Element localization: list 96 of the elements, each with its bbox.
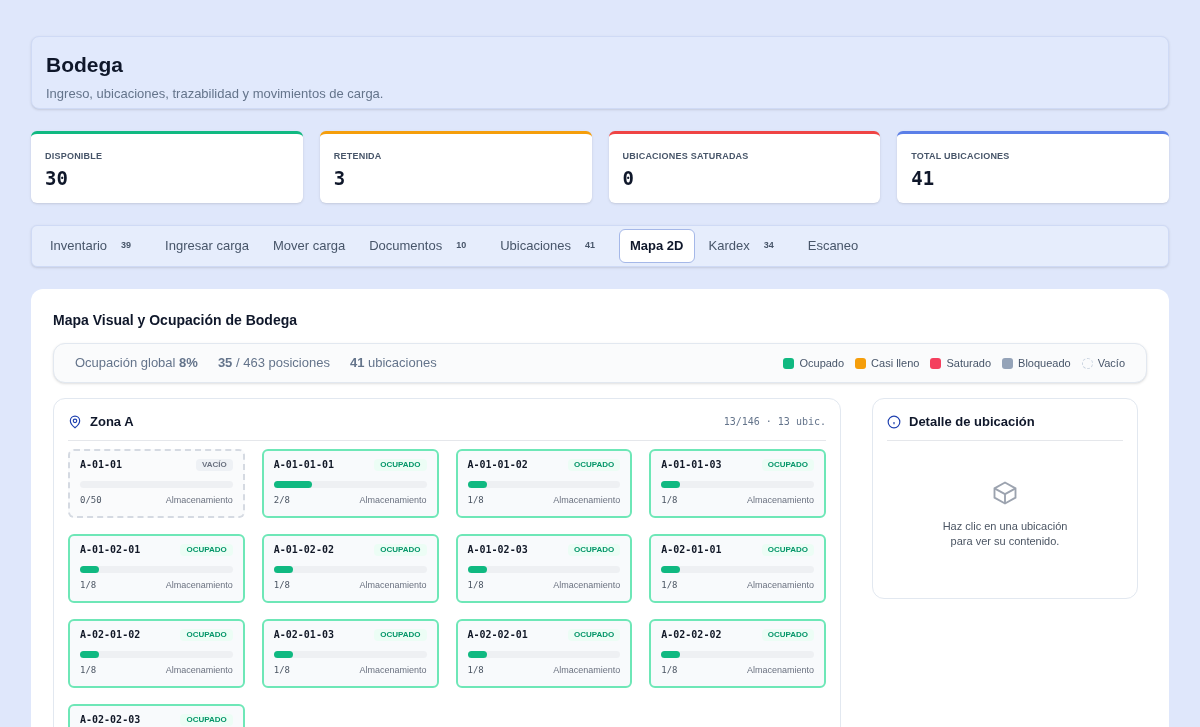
- legend-label: Casi lleno: [871, 355, 920, 371]
- detail-hint: Haz clic en una ubicación para ver su contenido.: [941, 518, 1069, 549]
- status-badge: OCUPADO: [180, 543, 233, 556]
- location-code: A-02-02-01: [467, 628, 528, 641]
- location-card[interactable]: A-02-01-03 OCUPADO 1/8 Almacenamiento: [261, 618, 439, 688]
- legend-label: Vacío: [1097, 355, 1125, 371]
- tab[interactable]: Ingresar carga: [155, 229, 259, 263]
- tab[interactable]: Mapa 2D: [619, 229, 695, 263]
- tab[interactable]: Kardex 34: [698, 229, 794, 263]
- capacity-reading: 1/8: [273, 663, 290, 677]
- tab[interactable]: Escaneo: [797, 229, 869, 263]
- location-card[interactable]: A-02-01-01 OCUPADO 1/8 Almacenamiento: [649, 533, 826, 603]
- stat-value: 30: [45, 165, 69, 191]
- stat-value: 41: [911, 165, 936, 191]
- capacity-reading: 1/8: [467, 578, 484, 592]
- status-badge: OCUPADO: [761, 543, 814, 556]
- location-code: A-01-02-02: [273, 543, 334, 556]
- location-card[interactable]: A-02-02-01 OCUPADO 1/8 Almacenamiento: [455, 618, 633, 688]
- status-badge: OCUPADO: [567, 628, 621, 641]
- status-badge: OCUPADO: [567, 543, 621, 556]
- detail-title: Detalle de ubicación: [909, 413, 1035, 431]
- location-card[interactable]: A-02-02-03 OCUPADO: [68, 703, 245, 727]
- status-badge: OCUPADO: [374, 458, 427, 471]
- stat-label: UBICACIONES SATURADAS: [622, 150, 750, 163]
- location-card[interactable]: A-02-02-02 OCUPADO 1/8 Almacenamiento: [649, 618, 826, 688]
- capacity-reading: 1/8: [661, 578, 678, 592]
- stat-value: 0: [622, 165, 635, 191]
- tab[interactable]: Ubicaciones 41: [490, 229, 616, 263]
- location-type: Almacenamiento: [359, 663, 427, 677]
- stat-value: 3: [333, 165, 347, 191]
- status-badge: VACÍO: [196, 458, 233, 471]
- info-icon: [887, 414, 901, 429]
- capacity-reading: 1/8: [467, 663, 484, 677]
- location-type: Almacenamiento: [746, 663, 814, 677]
- location-type: Almacenamiento: [553, 578, 621, 592]
- location-code: A-02-02-02: [661, 628, 722, 641]
- location-type: Almacenamiento: [165, 493, 233, 507]
- stat-label: RETENIDA: [333, 150, 383, 163]
- tab[interactable]: Documentos 10: [359, 229, 487, 263]
- location-type: Almacenamiento: [746, 493, 814, 507]
- capacity-reading: 1/8: [661, 663, 678, 677]
- status-badge: OCUPADO: [761, 458, 814, 471]
- location-card[interactable]: A-01-01-03 OCUPADO 1/8 Almacenamiento: [649, 448, 826, 518]
- capacity-reading: 2/8: [273, 493, 290, 507]
- status-badge: OCUPADO: [761, 628, 814, 641]
- location-code: A-01-01-03: [661, 458, 722, 471]
- zone-title: Zona A: [90, 413, 134, 431]
- capacity-reading: 1/8: [80, 578, 97, 592]
- location-code: A-01-01: [80, 458, 123, 471]
- stat-label: DISPONIBLE: [45, 150, 104, 163]
- location-type: Almacenamiento: [746, 578, 814, 592]
- status-badge: OCUPADO: [180, 628, 233, 641]
- status-badge: OCUPADO: [567, 458, 621, 471]
- occupancy-summary: Ocupación global 8%: [75, 354, 198, 373]
- page-title: Bodega: [46, 52, 124, 78]
- positions-summary: 35 / 463 posiciones: [217, 354, 330, 373]
- location-type: Almacenamiento: [165, 663, 233, 677]
- location-code: A-01-02-03: [467, 543, 528, 556]
- section-title: Mapa Visual y Ocupación de Bodega: [53, 311, 299, 330]
- legend-label: Ocupado: [799, 355, 845, 371]
- location-type: Almacenamiento: [359, 578, 427, 592]
- map-pin-icon: [68, 414, 82, 429]
- capacity-reading: 1/8: [80, 663, 97, 677]
- location-code: A-01-02-01: [80, 543, 141, 556]
- capacity-reading: 0/50: [80, 493, 102, 507]
- zone-stats: 13/146 · 13 ubic.: [723, 415, 826, 430]
- location-code: A-02-01-01: [661, 543, 722, 556]
- location-code: A-01-01-01: [273, 458, 334, 471]
- location-card[interactable]: A-01-01-01 OCUPADO 2/8 Almacenamiento: [261, 448, 439, 518]
- status-badge: OCUPADO: [374, 543, 427, 556]
- location-type: Almacenamiento: [359, 493, 427, 507]
- stat-label: TOTAL UBICACIONES: [911, 150, 1011, 163]
- location-card[interactable]: A-01-01-02 OCUPADO 1/8 Almacenamiento: [455, 448, 633, 518]
- status-badge: OCUPADO: [374, 628, 427, 641]
- location-card[interactable]: A-01-01 VACÍO 0/50 Almacenamiento: [68, 448, 245, 518]
- location-type: Almacenamiento: [553, 493, 621, 507]
- location-code: A-02-01-03: [273, 628, 334, 641]
- location-type: Almacenamiento: [165, 578, 233, 592]
- capacity-reading: 1/8: [661, 493, 678, 507]
- page-subtitle: Ingreso, ubicaciones, trazabilidad y movimientos de carga.: [46, 84, 385, 103]
- tab[interactable]: Inventario 39: [40, 229, 152, 263]
- location-type: Almacenamiento: [553, 663, 621, 677]
- location-card[interactable]: A-01-02-01 OCUPADO 1/8 Almacenamiento: [68, 533, 245, 603]
- status-badge: OCUPADO: [180, 713, 233, 726]
- location-code: A-01-01-02: [467, 458, 528, 471]
- location-code: A-02-01-02: [80, 628, 141, 641]
- location-card[interactable]: A-02-01-02 OCUPADO 1/8 Almacenamiento: [68, 618, 245, 688]
- tab[interactable]: Mover carga: [262, 229, 356, 263]
- capacity-reading: 1/8: [273, 578, 290, 592]
- locations-summary: 41 ubicaciones: [349, 354, 437, 373]
- legend-label: Saturado: [946, 355, 992, 371]
- location-card[interactable]: A-01-02-02 OCUPADO 1/8 Almacenamiento: [261, 533, 439, 603]
- legend-label: Bloqueado: [1018, 355, 1071, 371]
- capacity-reading: 1/8: [467, 493, 484, 507]
- location-card[interactable]: A-01-02-03 OCUPADO 1/8 Almacenamiento: [455, 533, 633, 603]
- location-code: A-02-02-03: [80, 713, 141, 726]
